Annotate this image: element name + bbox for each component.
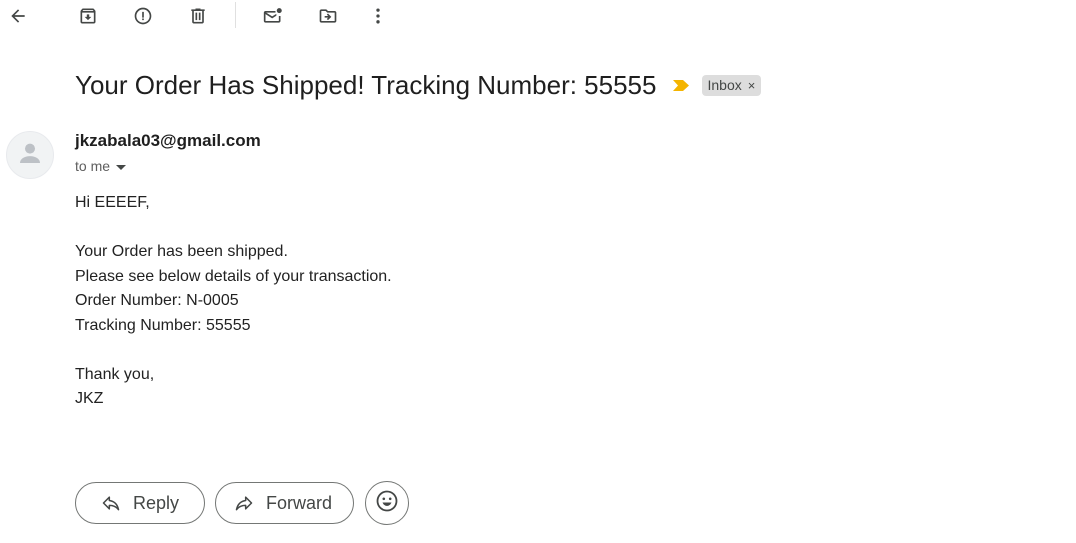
move-to-icon xyxy=(318,6,338,26)
body-closing: Thank you, xyxy=(75,365,155,383)
emoji-reaction-button[interactable] xyxy=(365,481,409,525)
label-chip-inbox: Inbox × xyxy=(702,75,762,96)
emoji-icon xyxy=(375,489,399,518)
back-button[interactable] xyxy=(4,2,32,30)
importance-marker-icon[interactable] xyxy=(672,79,690,93)
body-line: Your Order has been shipped. xyxy=(75,243,288,260)
more-options-button[interactable] xyxy=(364,2,392,30)
recipients-label: to me xyxy=(75,158,111,174)
delete-icon xyxy=(188,6,208,26)
more-vert-icon xyxy=(368,6,388,26)
reply-arrow-icon xyxy=(100,492,122,514)
body-greeting: Hi EEEEF, xyxy=(75,194,150,211)
body-blank-line xyxy=(75,216,392,241)
forward-arrow-icon xyxy=(233,492,255,514)
sender-avatar xyxy=(6,131,54,179)
move-to-button[interactable] xyxy=(314,2,342,30)
toolbar xyxy=(0,0,1076,32)
mark-unread-button[interactable] xyxy=(259,2,287,30)
report-spam-icon xyxy=(133,6,153,26)
reply-button[interactable]: Reply xyxy=(75,482,205,524)
delete-button[interactable] xyxy=(184,2,212,30)
body-tracking-number: Tracking Number: 55555 xyxy=(75,316,251,334)
body-signature: JKZ xyxy=(75,390,104,407)
back-arrow-icon xyxy=(8,6,28,26)
sender-email[interactable]: jkzabala03@gmail.com xyxy=(75,131,261,151)
body-blank-line xyxy=(75,338,392,363)
default-avatar-icon xyxy=(15,138,45,173)
reply-label: Reply xyxy=(133,492,180,513)
mark-unread-icon xyxy=(262,6,284,26)
email-subject: Your Order Has Shipped! Tracking Number:… xyxy=(75,70,657,100)
body-line: Please see below details of your transac… xyxy=(75,267,392,285)
body-order-number: Order Number: N-0005 xyxy=(75,292,239,309)
recipients-toggle[interactable]: to me xyxy=(75,158,127,174)
label-chip-text: Inbox xyxy=(707,77,742,93)
email-view: Your Order Has Shipped! Tracking Number:… xyxy=(0,0,1076,543)
subject-row: Your Order Has Shipped! Tracking Number:… xyxy=(75,70,762,101)
remove-label-button[interactable]: × xyxy=(748,78,756,93)
archive-button[interactable] xyxy=(74,2,102,30)
forward-button[interactable]: Forward xyxy=(215,482,354,524)
report-spam-button[interactable] xyxy=(129,2,157,30)
email-body: Hi EEEEF, Your Order has been shipped. P… xyxy=(75,191,392,412)
toolbar-divider xyxy=(235,2,236,28)
caret-down-icon xyxy=(116,164,127,170)
archive-icon xyxy=(78,6,98,26)
message-actions: Reply Forward xyxy=(75,481,409,525)
forward-label: Forward xyxy=(266,492,333,513)
